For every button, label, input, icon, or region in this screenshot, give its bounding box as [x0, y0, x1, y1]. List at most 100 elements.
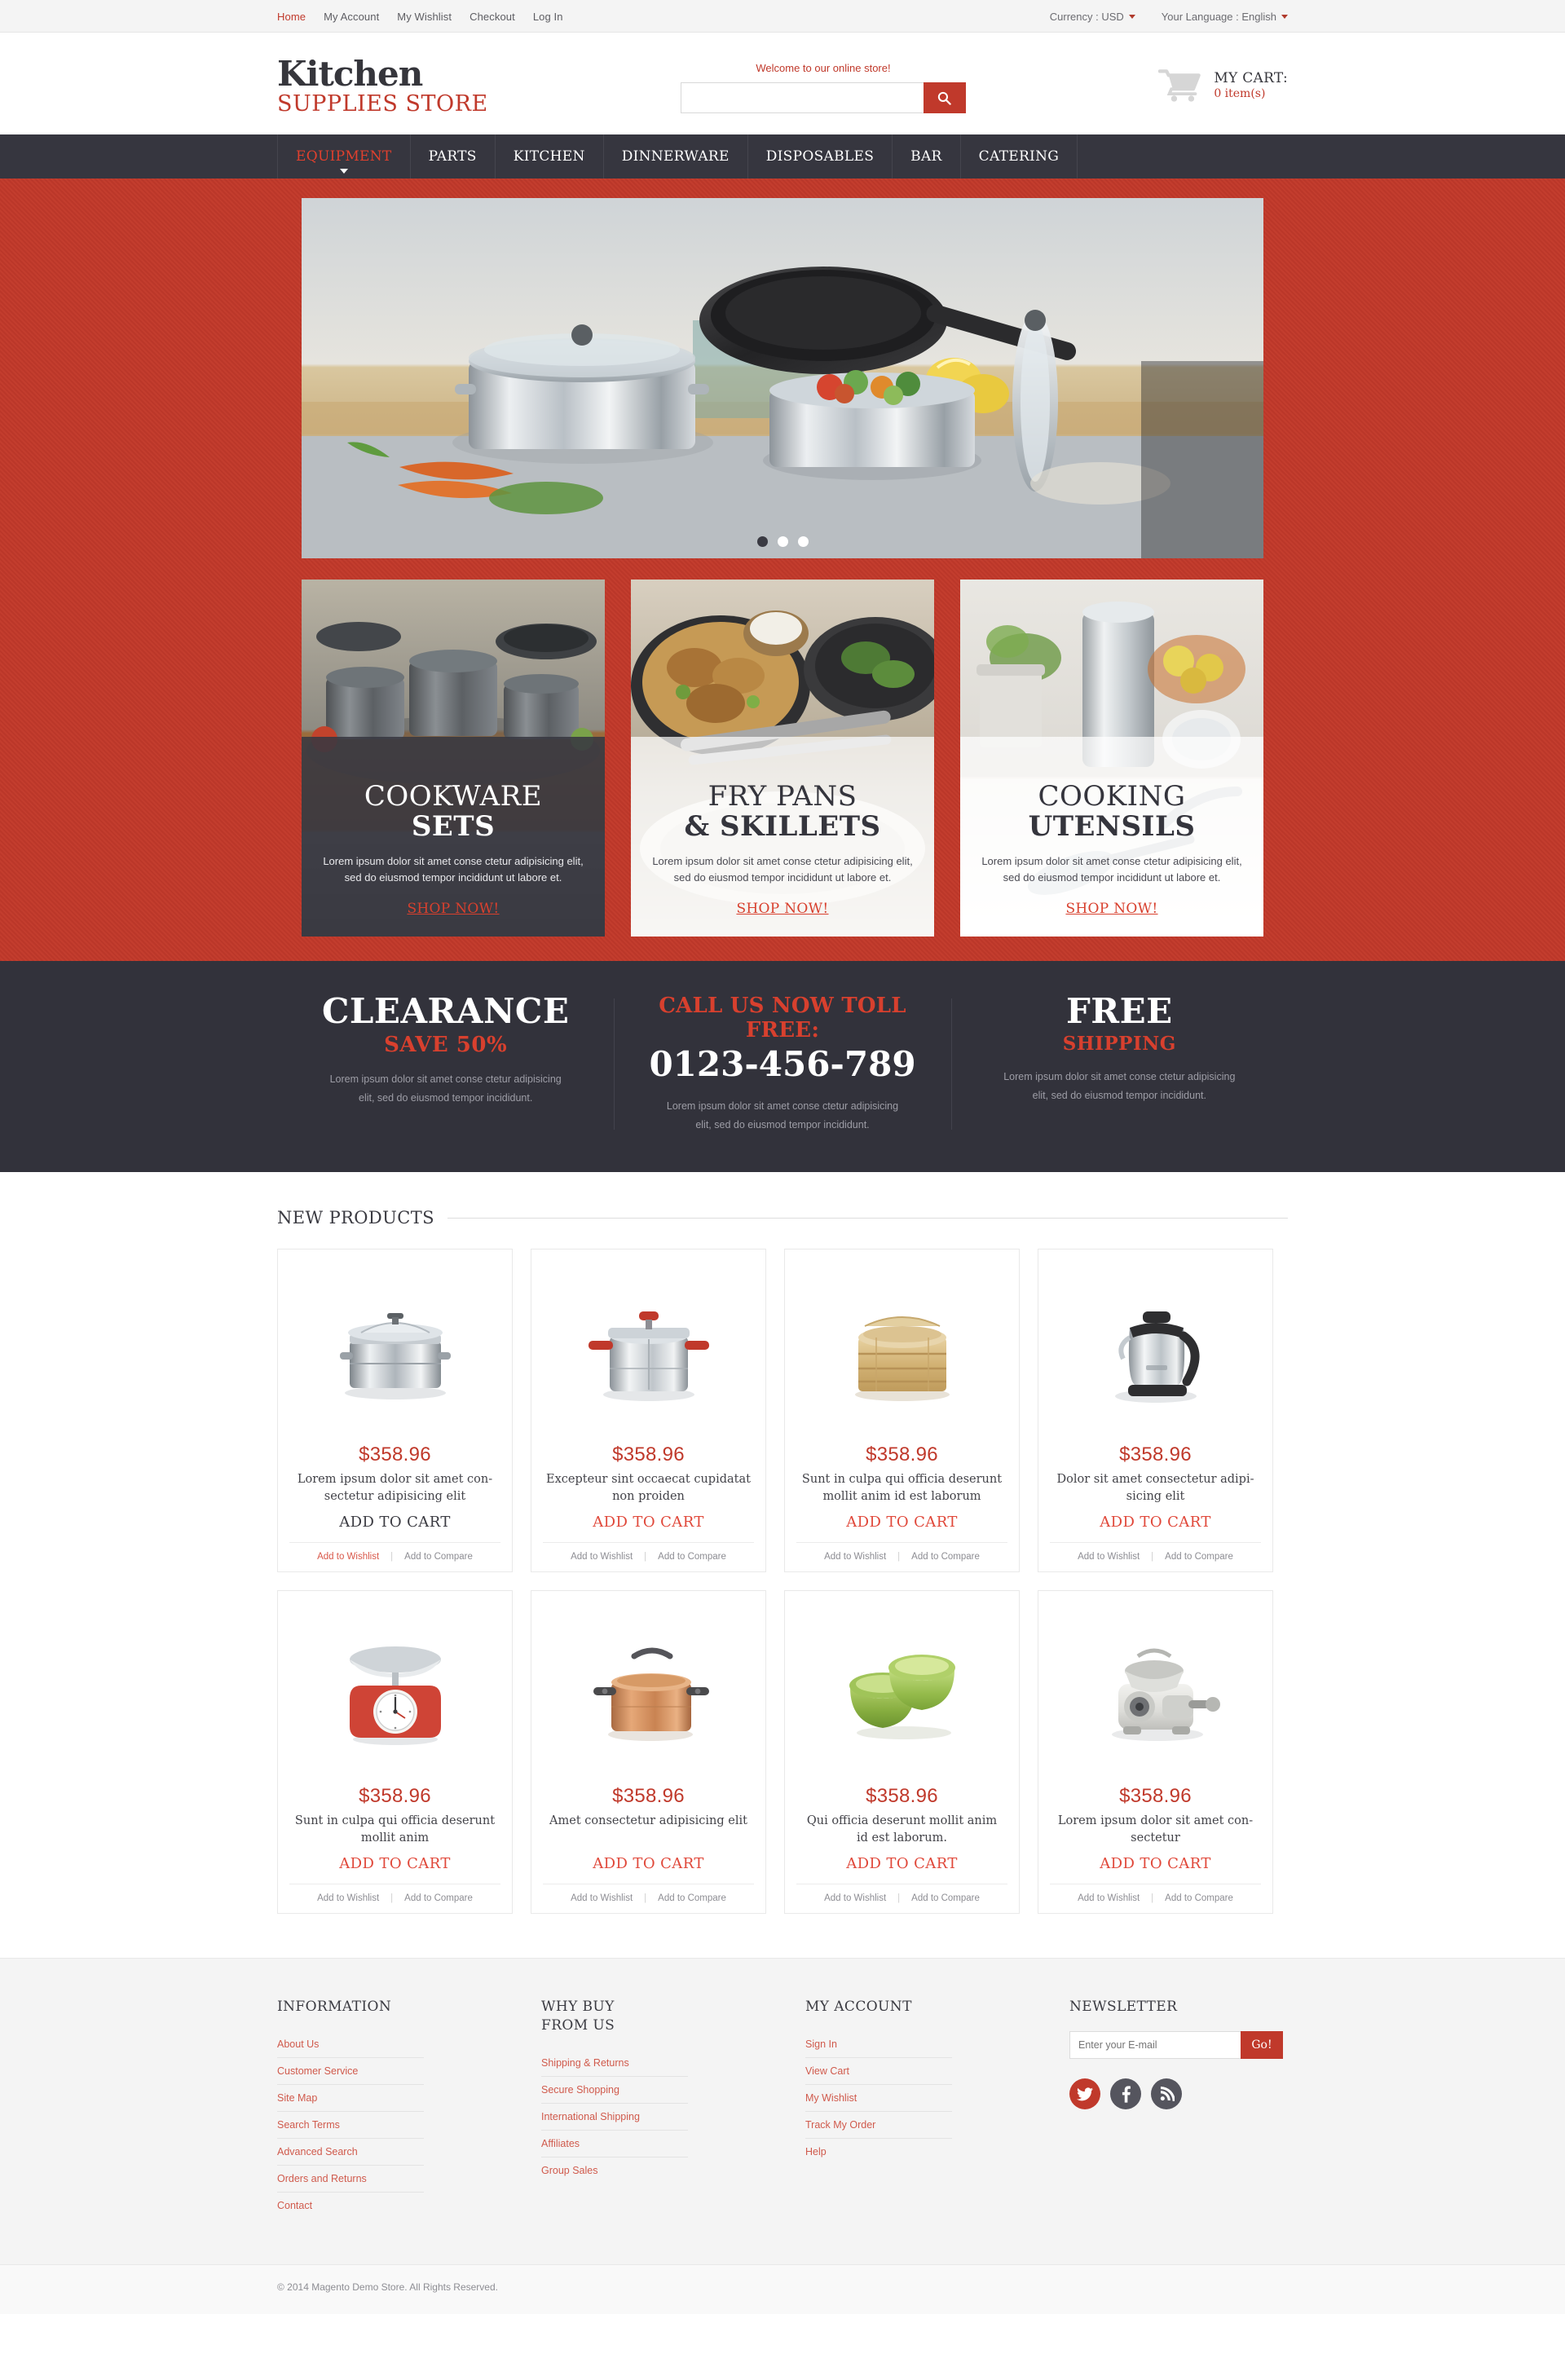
- search-input[interactable]: [680, 82, 924, 113]
- product-image[interactable]: [543, 1264, 754, 1439]
- add-to-compare-link[interactable]: Add to Compare: [1165, 1552, 1233, 1562]
- product-card[interactable]: $358.96 Lorem ipsum dolor sit amet con-s…: [277, 1249, 513, 1573]
- add-to-compare-link[interactable]: Add to Compare: [1165, 1893, 1233, 1903]
- category-banner-cooking-utensils[interactable]: COOKING UTENSILS Lorem ipsum dolor sit a…: [960, 580, 1263, 937]
- footer-link-sign-in[interactable]: Sign In: [805, 2031, 952, 2057]
- add-to-wishlist-link[interactable]: Add to Wishlist: [1078, 1552, 1140, 1562]
- currency-switcher[interactable]: Currency : USD: [1050, 11, 1135, 23]
- product-name[interactable]: Sunt in culpa qui officia deserunt molli…: [796, 1471, 1007, 1505]
- product-image[interactable]: [796, 1264, 1007, 1439]
- nav-item-parts[interactable]: PARTS: [411, 134, 496, 178]
- nav-item-dinnerware[interactable]: DINNERWARE: [604, 134, 748, 178]
- site-logo[interactable]: Kitchen SUPPLIES STORE: [277, 54, 488, 116]
- nav-item-bar[interactable]: BAR: [893, 134, 961, 178]
- topbar-link-my-account[interactable]: My Account: [324, 11, 379, 23]
- footer-link-about-us[interactable]: About Us: [277, 2031, 424, 2057]
- add-to-compare-link[interactable]: Add to Compare: [658, 1552, 726, 1562]
- add-to-wishlist-link[interactable]: Add to Wishlist: [571, 1893, 633, 1903]
- slider-dot-2[interactable]: [777, 536, 788, 547]
- rss-icon[interactable]: [1151, 2078, 1182, 2110]
- topbar-link-home[interactable]: Home: [277, 11, 306, 23]
- product-card[interactable]: $358.96 Amet consectetur adipisicing eli…: [531, 1590, 766, 1915]
- footer-link-affiliates[interactable]: Affiliates: [541, 2131, 688, 2157]
- newsletter-email-input[interactable]: [1069, 2031, 1241, 2060]
- product-image[interactable]: [796, 1606, 1007, 1780]
- product-name[interactable]: Amet consectetur adipisicing elit: [546, 1813, 751, 1847]
- slider-dot-1[interactable]: [756, 536, 768, 547]
- slider-dot-3[interactable]: [797, 536, 809, 547]
- category-banner-cookware-sets[interactable]: COOKWARE SETS Lorem ipsum dolor sit amet…: [302, 580, 605, 937]
- footer-link-contact[interactable]: Contact: [277, 2193, 424, 2219]
- add-to-cart-button[interactable]: ADD TO CART: [593, 1514, 703, 1531]
- add-to-wishlist-link[interactable]: Add to Wishlist: [1078, 1893, 1140, 1903]
- footer-link-search-terms[interactable]: Search Terms: [277, 2112, 424, 2138]
- product-card[interactable]: $358.96 Excepteur sint occaecat cupidata…: [531, 1249, 766, 1573]
- nav-item-catering[interactable]: CATERING: [961, 134, 1078, 178]
- footer-link-my-wishlist[interactable]: My Wishlist: [805, 2085, 952, 2111]
- footer-link-view-cart[interactable]: View Cart: [805, 2058, 952, 2084]
- product-image[interactable]: [289, 1606, 500, 1780]
- nav-item-disposables[interactable]: DISPOSABLES: [748, 134, 893, 178]
- add-to-wishlist-link[interactable]: Add to Wishlist: [571, 1552, 633, 1562]
- product-card[interactable]: $358.96 Lorem ipsum dolor sit amet con-s…: [1038, 1590, 1273, 1915]
- footer-link-customer-service[interactable]: Customer Service: [277, 2058, 424, 2084]
- footer-link-advanced-search[interactable]: Advanced Search: [277, 2139, 424, 2165]
- category-shop-now-link[interactable]: SHOP NOW!: [1065, 901, 1157, 917]
- add-to-cart-button[interactable]: ADD TO CART: [339, 1855, 450, 1872]
- add-to-compare-link[interactable]: Add to Compare: [404, 1893, 473, 1903]
- add-to-cart-button[interactable]: ADD TO CART: [846, 1514, 957, 1531]
- product-card[interactable]: $358.96 Sunt in culpa qui officia deseru…: [784, 1249, 1020, 1573]
- twitter-icon[interactable]: [1069, 2078, 1100, 2110]
- hero-slider[interactable]: [302, 198, 1263, 558]
- product-name[interactable]: Lorem ipsum dolor sit amet con-sectetur …: [289, 1471, 500, 1505]
- product-name[interactable]: Excepteur sint occaecat cupidatat non pr…: [543, 1471, 754, 1505]
- nav-item-kitchen[interactable]: KITCHEN: [496, 134, 604, 178]
- category-banner-fry-pans-skillets[interactable]: FRY PANS & SKILLETS Lorem ipsum dolor si…: [631, 580, 934, 937]
- footer-link-international-shipping[interactable]: International Shipping: [541, 2104, 688, 2130]
- category-shop-now-link[interactable]: SHOP NOW!: [736, 901, 828, 917]
- product-image[interactable]: [1050, 1264, 1261, 1439]
- add-to-cart-button[interactable]: ADD TO CART: [593, 1855, 703, 1872]
- add-to-cart-button[interactable]: ADD TO CART: [846, 1855, 957, 1872]
- footer-link-help[interactable]: Help: [805, 2139, 952, 2165]
- add-to-cart-button[interactable]: ADD TO CART: [339, 1514, 450, 1531]
- add-to-compare-link[interactable]: Add to Compare: [404, 1552, 473, 1562]
- footer-link-shipping-returns[interactable]: Shipping & Returns: [541, 2050, 688, 2076]
- footer-link-track-my-order[interactable]: Track My Order: [805, 2112, 952, 2138]
- add-to-compare-link[interactable]: Add to Compare: [911, 1552, 980, 1562]
- product-card[interactable]: $358.96 Sunt in culpa qui officia deseru…: [277, 1590, 513, 1915]
- product-card[interactable]: $358.96 Qui officia deserunt mollit anim…: [784, 1590, 1020, 1915]
- add-to-compare-link[interactable]: Add to Compare: [911, 1893, 980, 1903]
- product-name[interactable]: Sunt in culpa qui officia deserunt molli…: [289, 1813, 500, 1847]
- add-to-wishlist-link[interactable]: Add to Wishlist: [317, 1893, 379, 1903]
- newsletter-submit-button[interactable]: Go!: [1241, 2031, 1283, 2060]
- add-to-wishlist-link[interactable]: Add to Wishlist: [824, 1552, 886, 1562]
- product-name[interactable]: Qui officia deserunt mollit anim id est …: [796, 1813, 1007, 1847]
- add-to-wishlist-link[interactable]: Add to Wishlist: [317, 1552, 379, 1562]
- add-to-compare-link[interactable]: Add to Compare: [658, 1893, 726, 1903]
- product-card[interactable]: $358.96 Dolor sit amet consectetur adipi…: [1038, 1249, 1273, 1573]
- product-name[interactable]: Dolor sit amet consectetur adipi-sicing …: [1050, 1471, 1261, 1505]
- product-image[interactable]: [543, 1606, 754, 1780]
- add-to-wishlist-link[interactable]: Add to Wishlist: [824, 1893, 886, 1903]
- facebook-icon[interactable]: [1110, 2078, 1141, 2110]
- topbar-link-my-wishlist[interactable]: My Wishlist: [397, 11, 452, 23]
- search-button[interactable]: [923, 82, 966, 113]
- footer-link-site-map[interactable]: Site Map: [277, 2085, 424, 2111]
- topbar-link-log-in[interactable]: Log In: [533, 11, 563, 23]
- footer-link-secure-shopping[interactable]: Secure Shopping: [541, 2077, 688, 2103]
- nav-item-equipment[interactable]: EQUIPMENT: [277, 134, 411, 178]
- product-name[interactable]: Lorem ipsum dolor sit amet con-sectetur: [1050, 1813, 1261, 1847]
- add-to-cart-button[interactable]: ADD TO CART: [1100, 1855, 1210, 1872]
- mini-cart[interactable]: MY CART: 0 item(s): [1158, 54, 1288, 103]
- footer-link-group-sales[interactable]: Group Sales: [541, 2157, 688, 2184]
- product-image[interactable]: [1050, 1606, 1261, 1780]
- language-switcher[interactable]: Your Language : English: [1162, 11, 1288, 23]
- topbar-link-checkout[interactable]: Checkout: [470, 11, 515, 23]
- footer-link-orders-and-returns[interactable]: Orders and Returns: [277, 2166, 424, 2192]
- promo-phone-number[interactable]: 0123-456-789: [641, 1044, 923, 1084]
- product-image[interactable]: [289, 1264, 500, 1439]
- slider-pagination[interactable]: [302, 536, 1263, 547]
- add-to-cart-button[interactable]: ADD TO CART: [1100, 1514, 1210, 1531]
- category-shop-now-link[interactable]: SHOP NOW!: [407, 901, 499, 917]
